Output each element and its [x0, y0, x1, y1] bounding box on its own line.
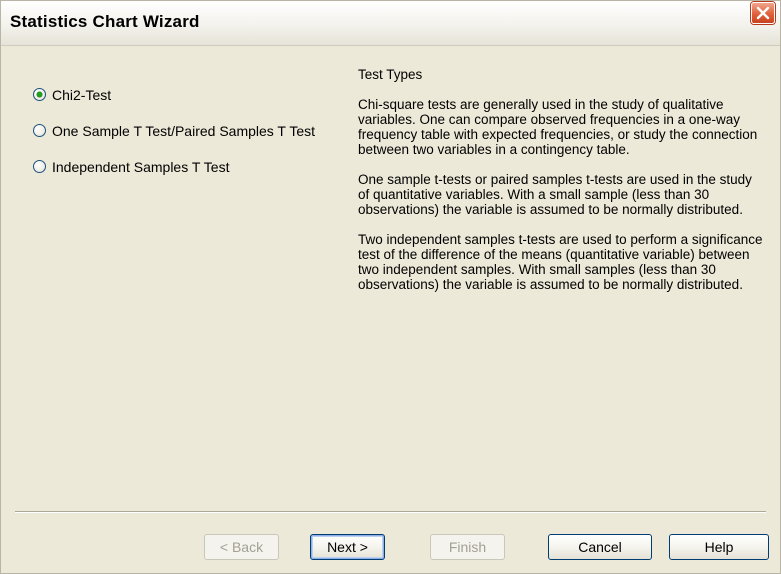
next-button[interactable]: Next >: [310, 534, 385, 560]
statistics-chart-wizard-dialog: Statistics Chart Wizard Chi2-Test One Sa…: [0, 0, 781, 574]
title-bar[interactable]: Statistics Chart Wizard: [1, 1, 780, 46]
one-sample-t-test-description: One sample t-tests or paired samples t-t…: [358, 172, 752, 217]
close-button[interactable]: [751, 2, 775, 24]
radio-button-icon[interactable]: [33, 124, 46, 137]
chi-square-description: Chi-square tests are generally used in t…: [358, 97, 758, 157]
description-heading: Test Types: [358, 67, 423, 82]
radio-button-icon[interactable]: [33, 160, 46, 173]
independent-samples-t-test-description: Two independent samples t-tests are used…: [358, 232, 763, 292]
test-types-description: Test Types Chi-square tests are generall…: [358, 67, 763, 307]
radio-label: Independent Samples T Test: [52, 159, 230, 175]
radio-label: One Sample T Test/Paired Samples T Test: [52, 123, 316, 139]
window-title: Statistics Chart Wizard: [10, 12, 200, 31]
finish-button[interactable]: Finish: [430, 534, 505, 560]
back-button[interactable]: < Back: [204, 534, 279, 560]
help-button[interactable]: Help: [669, 534, 769, 560]
radio-button-icon[interactable]: [33, 88, 46, 101]
radio-selected-dot: [37, 92, 42, 97]
button-area-divider: [15, 511, 766, 513]
cancel-button[interactable]: Cancel: [548, 534, 652, 560]
close-icon: [756, 6, 770, 20]
radio-label: Chi2-Test: [52, 87, 112, 103]
